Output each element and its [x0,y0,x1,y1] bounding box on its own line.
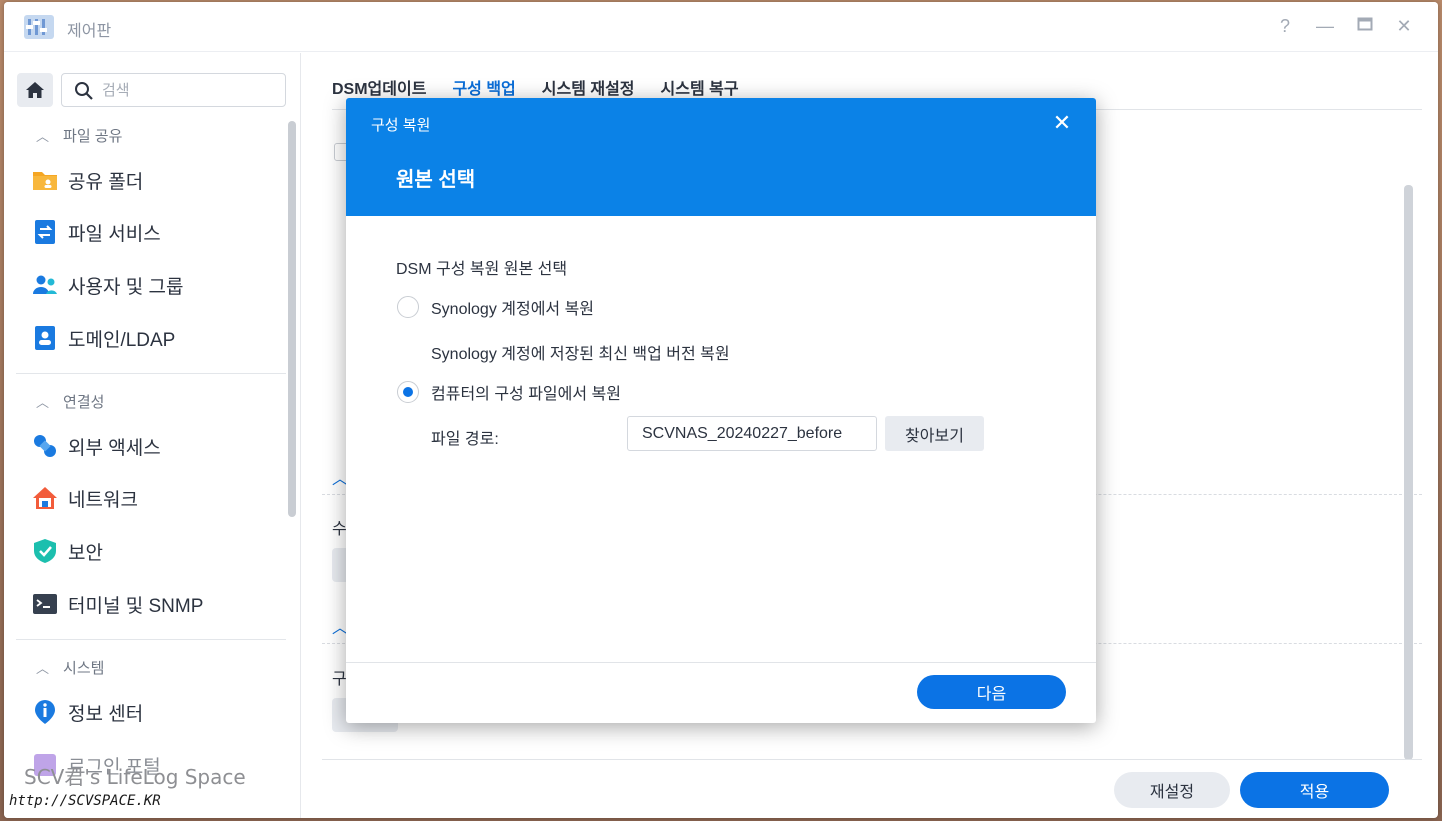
footer-divider [322,759,1422,760]
search-input[interactable] [102,80,272,100]
sidebar-item-security[interactable]: 보안 [32,534,103,568]
domain-ldap-icon [32,325,58,351]
main-scrollbar[interactable] [1404,185,1413,760]
close-icon[interactable]: ✕ [1050,111,1074,135]
background-label: 수 [332,521,347,538]
home-icon [26,82,44,98]
sidebar-scrollbar[interactable] [288,121,296,517]
maximize-icon[interactable] [1354,15,1376,37]
chevron-up-icon: ︿ [36,129,50,144]
sidebar-item-terminal-snmp[interactable]: 터미널 및 SNMP [32,587,203,621]
control-panel-app-icon [24,13,54,41]
radio-option-synology-account[interactable]: Synology 계정에서 복원 [397,295,594,319]
dialog-subtitle: 원본 선택 [396,169,476,191]
sidebar-item-shared-folder[interactable]: 공유 폴더 [32,163,143,197]
users-icon [32,272,58,298]
sidebar-item-label: 네트워크 [68,489,138,511]
title-bar: 제어판 ? — ✕ [4,2,1438,52]
next-button[interactable]: 다음 [917,675,1066,709]
sidebar-item-label: 터미널 및 SNMP [68,595,204,617]
folder-icon [32,167,58,193]
restore-config-dialog: 구성 복원 ✕ 원본 선택 DSM 구성 복원 원본 선택 Synology 계… [346,98,1096,723]
sidebar-item-domain-ldap[interactable]: 도메인/LDAP [32,321,175,355]
terminal-icon [32,591,58,617]
divider [16,373,286,374]
sidebar-item-label: 사용자 및 그룹 [68,276,184,298]
background-label: 구 [332,671,347,688]
sidebar-item-label: 파일 서비스 [68,223,161,245]
tab-system-reset[interactable]: 시스템 재설정 [542,75,635,99]
sidebar-item-info-center[interactable]: 정보 센터 [32,695,143,729]
tab-system-recovery[interactable]: 시스템 복구 [661,75,739,99]
sidebar-item-file-services[interactable]: 파일 서비스 [32,215,161,249]
external-access-icon [32,433,58,459]
sidebar-item-label: 정보 센터 [68,703,144,725]
sidebar-item-label: 보안 [68,542,103,564]
help-icon[interactable]: ? [1274,15,1296,37]
section-label: 연결성 [63,394,105,411]
info-icon [32,699,58,725]
window-title: 제어판 [67,23,112,40]
section-header-file-sharing[interactable]: ︿ 파일 공유 [36,125,122,146]
tab-dsm-update[interactable]: DSM업데이트 [332,75,426,99]
apply-button[interactable]: 적용 [1240,772,1389,808]
dialog-header: 구성 복원 ✕ 원본 선택 [346,98,1096,216]
radio-option-local-file[interactable]: 컴퓨터의 구성 파일에서 복원 [397,380,621,404]
sidebar-item-network[interactable]: 네트워크 [32,481,138,515]
section-header-connectivity[interactable]: ︿ 연결성 [36,391,104,412]
shield-icon [32,538,58,564]
divider [16,639,286,640]
watermark-url: http://SCVSPACE.KR [9,793,161,809]
tab-config-backup[interactable]: 구성 백업 [452,75,515,99]
section-header-system[interactable]: ︿ 시스템 [36,657,104,678]
sidebar-item-external-access[interactable]: 외부 액세스 [32,429,161,463]
search-field[interactable] [61,73,286,107]
home-button[interactable] [17,73,53,107]
close-window-icon[interactable]: ✕ [1393,15,1415,37]
section-label: 시스템 [63,660,105,677]
file-path-input[interactable] [627,416,877,451]
sidebar: ︿ 파일 공유 공유 폴더 파일 서비스 사용자 및 그룹 도메인/LDAP [4,53,301,818]
search-icon [74,81,94,106]
file-path-label: 파일 경로: [431,431,499,448]
section-label: 파일 공유 [63,128,123,145]
radio-button[interactable] [397,296,419,318]
radio-label: Synology 계정에서 복원 [431,301,595,318]
network-house-icon [32,485,58,511]
dialog-footer-divider [346,662,1096,663]
chevron-up-icon: ︿ [36,395,50,410]
file-services-icon [32,219,58,245]
radio-button-selected[interactable] [397,381,419,403]
browse-button[interactable]: 찾아보기 [885,416,984,451]
sidebar-item-label: 외부 액세스 [68,437,161,459]
minimize-icon[interactable]: — [1314,15,1336,37]
sidebar-item-users-groups[interactable]: 사용자 및 그룹 [32,268,183,302]
sidebar-item-label: 공유 폴더 [68,171,144,193]
watermark-title: SCV君's LifeLog Space [24,765,246,789]
reset-button[interactable]: 재설정 [1114,772,1230,808]
radio-label: 컴퓨터의 구성 파일에서 복원 [431,386,621,403]
source-prompt: DSM 구성 복원 원본 선택 [396,261,568,278]
dialog-title: 구성 복원 [371,117,431,134]
sidebar-item-label: 도메인/LDAP [68,329,176,351]
option-description: Synology 계정에 저장된 최신 백업 버전 복원 [431,346,730,363]
tab-bar: DSM업데이트 구성 백업 시스템 재설정 시스템 복구 [332,75,739,99]
chevron-up-icon: ︿ [36,661,50,676]
